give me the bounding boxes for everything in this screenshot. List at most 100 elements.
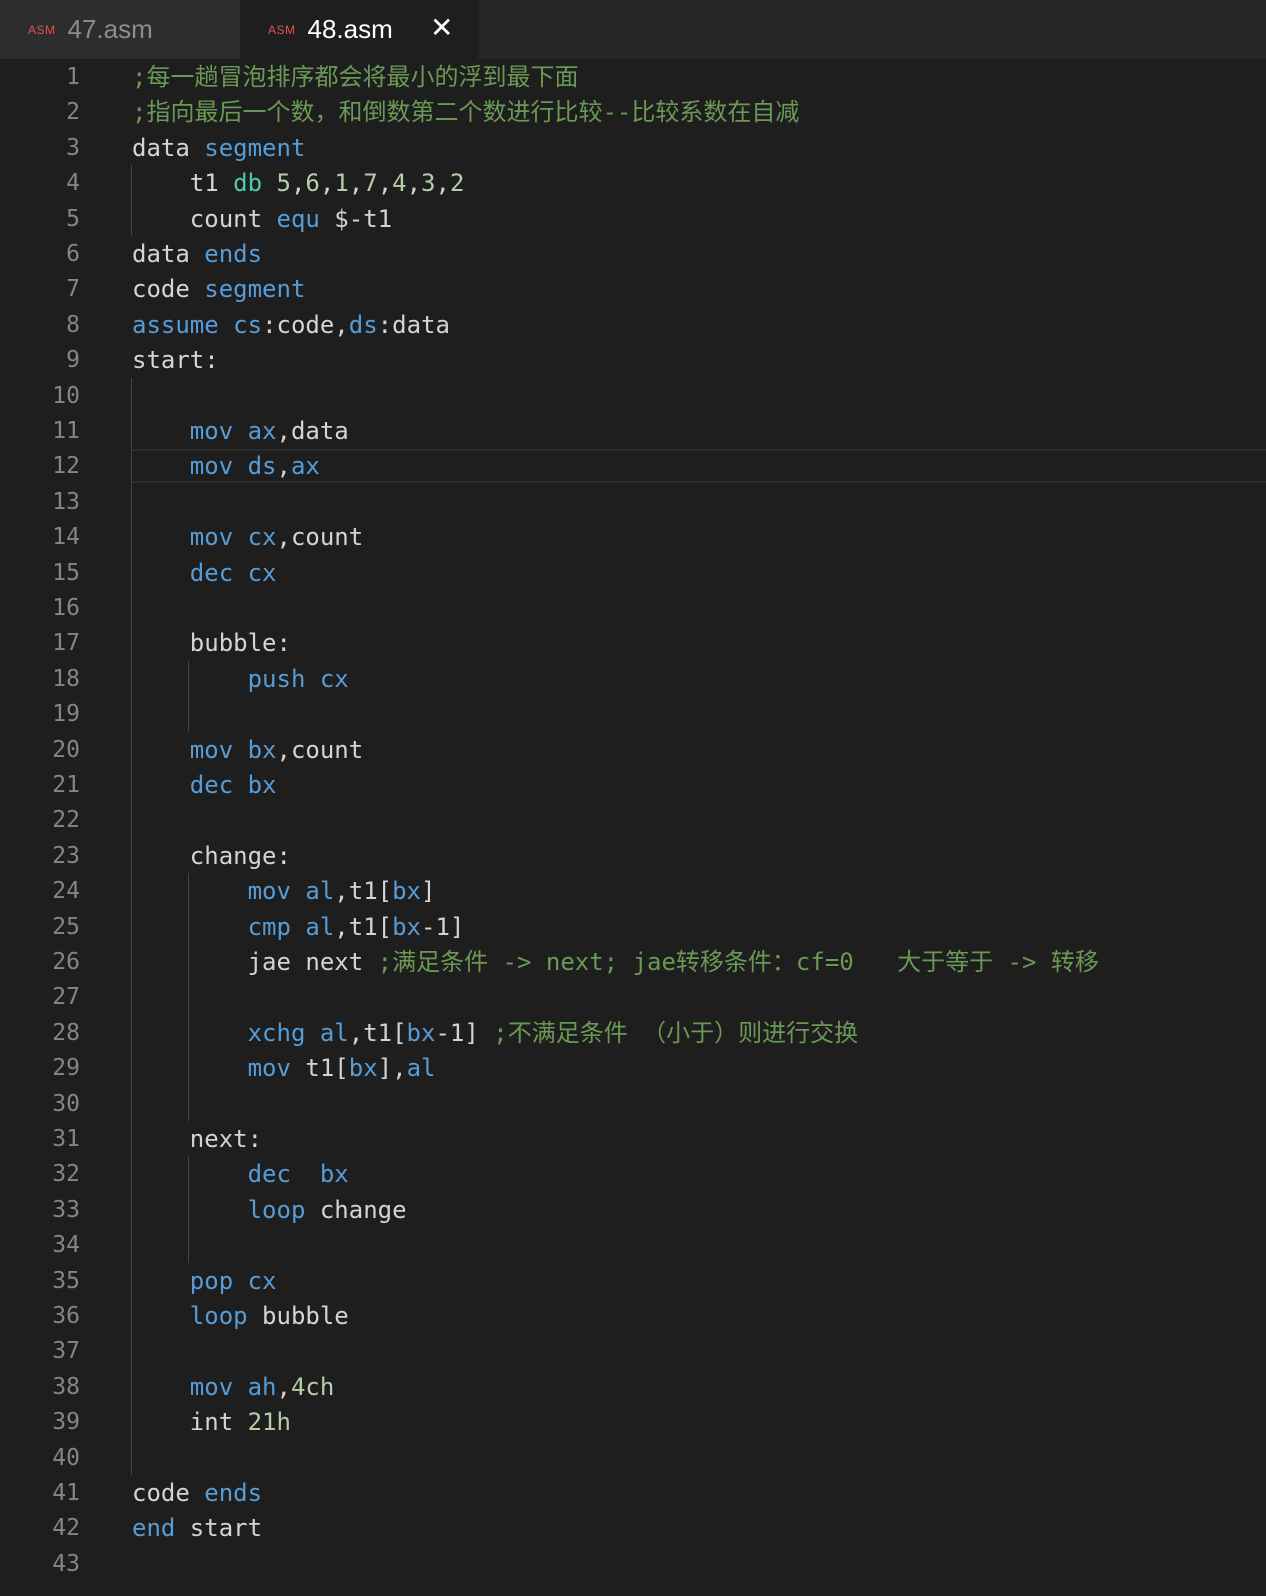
code-token: ,t1[ xyxy=(334,877,393,906)
code-text: cmp al,t1[bx-1] xyxy=(248,909,465,945)
code-line[interactable]: 24 mov al,t1[bx] xyxy=(0,873,1266,909)
code-line[interactable]: 41 code ends xyxy=(0,1475,1266,1511)
line-number: 34 xyxy=(52,1232,80,1259)
code-line[interactable]: 39 int 21h xyxy=(0,1404,1266,1440)
code-text: t1 db 5,6,1,7,4,3,2 xyxy=(190,165,465,201)
line-number: 32 xyxy=(52,1161,80,1188)
tab-48-asm[interactable]: ASM 48.asm ✕ xyxy=(240,0,478,59)
line-number: 20 xyxy=(52,736,80,763)
code-line[interactable]: 31 next: xyxy=(0,1121,1266,1157)
line-number: 17 xyxy=(52,630,80,657)
code-line[interactable]: 43 xyxy=(0,1546,1266,1582)
code-line[interactable]: 19 xyxy=(0,696,1266,732)
code-line[interactable]: 7 code segment xyxy=(0,271,1266,307)
code-text: xchg al,t1[bx-1] ;不满足条件 （小于）则进行交换 xyxy=(248,1015,859,1051)
code-line[interactable]: 14 mov cx,count xyxy=(0,519,1266,555)
code-line[interactable]: 29 mov t1[bx],al xyxy=(0,1050,1266,1086)
indent-guide xyxy=(131,165,132,236)
code-token: data xyxy=(132,240,205,268)
code-line[interactable]: 1 ;每一趟冒泡排序都会将最小的浮到最下面 xyxy=(0,59,1266,95)
code-line[interactable]: 3 data segment xyxy=(0,130,1266,166)
code-token: cx xyxy=(247,523,277,552)
code-token: end xyxy=(132,1514,190,1543)
code-text: int 21h xyxy=(190,1404,291,1440)
code-editor[interactable]: 1 ;每一趟冒泡排序都会将最小的浮到最下面 2 ;指向最后一个数，和倒数第二个数进行比… xyxy=(0,59,1266,1596)
close-icon[interactable]: ✕ xyxy=(430,12,453,44)
line-number: 7 xyxy=(66,276,80,303)
code-token: 6 xyxy=(305,169,320,198)
code-line[interactable]: 32 dec bx xyxy=(0,1156,1266,1192)
code-line[interactable]: 27 xyxy=(0,979,1266,1015)
code-line[interactable]: 6 data ends xyxy=(0,236,1266,272)
code-line[interactable]: 16 xyxy=(0,590,1266,626)
code-text: dec cx xyxy=(190,555,277,591)
code-text: mov cx,count xyxy=(190,519,363,555)
code-text: assume cs:code,ds:data xyxy=(132,307,450,343)
code-text: mov ah,4ch xyxy=(190,1369,335,1405)
code-token: db xyxy=(233,169,277,198)
code-line[interactable]: 30 xyxy=(0,1086,1266,1122)
code-text: mov al,t1[bx] xyxy=(248,873,436,909)
code-line[interactable]: 12 mov ds,ax xyxy=(0,448,1266,484)
asm-file-icon: ASM xyxy=(28,22,56,37)
code-text: ;指向最后一个数，和倒数第二个数进行比较--比较系数在自减 xyxy=(132,94,799,130)
line-number: 36 xyxy=(52,1303,80,1329)
code-line[interactable]: 11 mov ax,data xyxy=(0,413,1266,449)
code-token: int xyxy=(189,1408,248,1437)
code-token: 3 xyxy=(421,169,436,198)
code-line[interactable]: 38 mov ah,4ch xyxy=(0,1369,1266,1405)
code-token: mov xyxy=(189,1372,248,1401)
code-line[interactable]: 23 change: xyxy=(0,838,1266,874)
code-line[interactable]: 21 dec bx xyxy=(0,767,1266,803)
line-number: 33 xyxy=(52,1196,80,1223)
line-number: 24 xyxy=(52,878,80,905)
code-line[interactable]: 42 end start xyxy=(0,1510,1266,1546)
code-line[interactable]: 33 loop change xyxy=(0,1192,1266,1228)
code-token: :data xyxy=(377,310,450,339)
code-token: ends xyxy=(204,240,263,268)
code-token: t1[ xyxy=(305,1054,349,1083)
code-token: count xyxy=(189,204,277,233)
code-line[interactable]: 2 ;指向最后一个数，和倒数第二个数进行比较--比较系数在自减 xyxy=(0,94,1266,130)
tab-47-asm[interactable]: ASM 47.asm xyxy=(0,0,240,59)
line-number: 25 xyxy=(52,913,80,940)
line-number: 30 xyxy=(52,1090,80,1117)
code-line[interactable]: 17 bubble: xyxy=(0,625,1266,661)
code-token: cx xyxy=(319,664,349,693)
code-line[interactable]: 15 dec cx xyxy=(0,555,1266,591)
line-number: 43 xyxy=(52,1550,80,1577)
code-line[interactable]: 26 jae next ;满足条件 -> next; jae转移条件：cf=0 大… xyxy=(0,944,1266,980)
code-line[interactable]: 9 start: xyxy=(0,342,1266,378)
indent-guide xyxy=(188,1156,189,1263)
code-token: cmp xyxy=(247,912,306,941)
code-token: $-t1 xyxy=(319,204,393,233)
line-number: 2 xyxy=(66,99,80,126)
code-token: ,data xyxy=(276,417,349,445)
code-line[interactable]: 25 cmp al,t1[bx-1] xyxy=(0,909,1266,945)
line-number: 5 xyxy=(66,205,80,232)
code-line[interactable]: 40 xyxy=(0,1440,1266,1476)
code-line[interactable]: 8 assume cs:code,ds:data xyxy=(0,307,1266,343)
code-line[interactable]: 4 t1 db 5,6,1,7,4,3,2 xyxy=(0,165,1266,201)
code-line[interactable]: 28 xchg al,t1[bx-1] ;不满足条件 （小于）则进行交换 xyxy=(0,1015,1266,1051)
code-line[interactable]: 37 xyxy=(0,1333,1266,1369)
code-line[interactable]: 18 push cx xyxy=(0,661,1266,697)
code-token: mov xyxy=(189,523,248,552)
code-token: push xyxy=(247,664,320,693)
code-text: bubble: xyxy=(190,625,291,661)
code-token: dec xyxy=(247,1160,320,1189)
code-line[interactable]: 10 xyxy=(0,378,1266,414)
code-line[interactable]: 5 count equ $-t1 xyxy=(0,201,1266,237)
line-number: 19 xyxy=(52,701,80,728)
code-line[interactable]: 13 xyxy=(0,484,1266,520)
code-line[interactable]: 34 xyxy=(0,1227,1266,1263)
tab-label: 48.asm xyxy=(307,14,393,44)
code-line[interactable]: 20 mov bx,count xyxy=(0,732,1266,768)
line-number: 29 xyxy=(52,1055,80,1082)
code-line[interactable]: 36 loop bubble xyxy=(0,1298,1266,1334)
line-number: 1 xyxy=(66,64,80,90)
code-line[interactable]: 22 xyxy=(0,802,1266,838)
code-line[interactable]: 35 pop cx xyxy=(0,1263,1266,1299)
code-token: ;满足条件 -> next; jae转移条件：cf=0 大于等于 -> 转移 xyxy=(377,948,1099,976)
code-token: cx xyxy=(247,558,277,587)
